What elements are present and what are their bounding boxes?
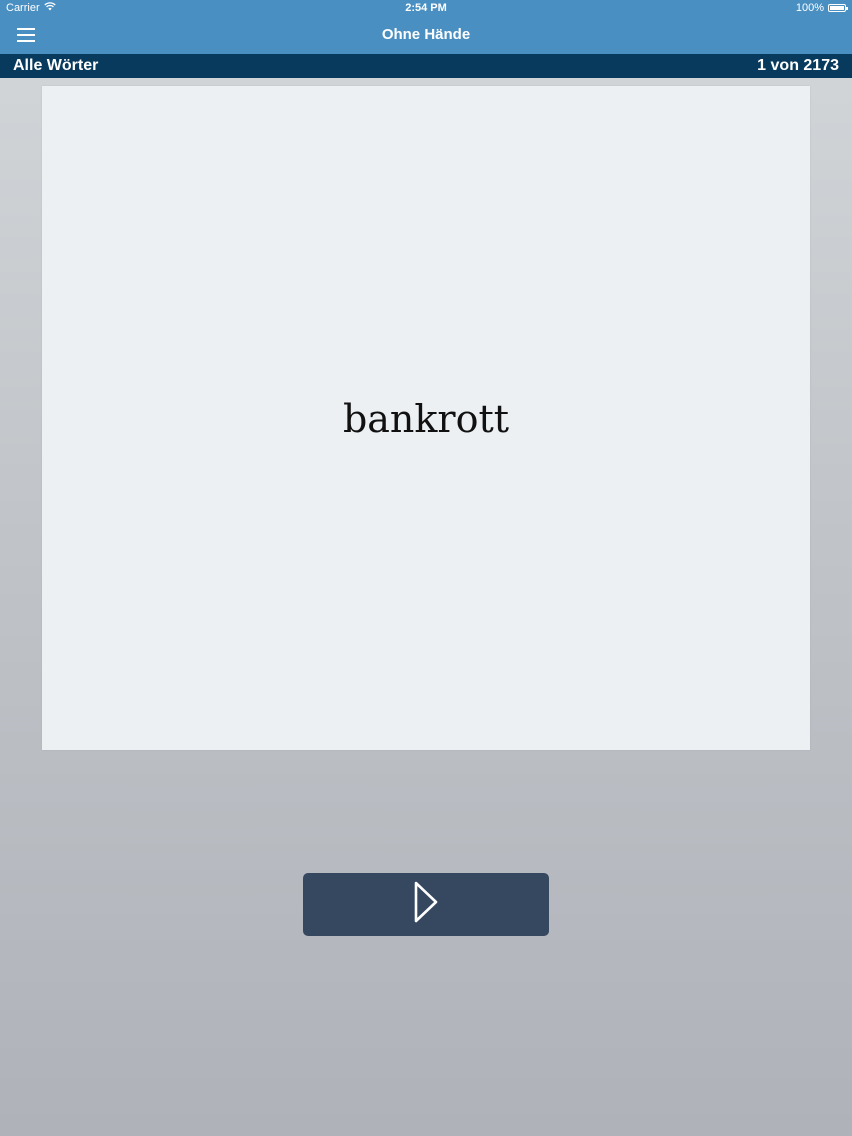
battery-percent: 100%	[795, 2, 824, 14]
battery-level	[830, 6, 844, 10]
play-button[interactable]	[303, 873, 549, 936]
page-title: Ohne Hände	[381, 26, 471, 43]
status-right: 100%	[795, 2, 848, 14]
status-time: 2:54 PM	[405, 2, 447, 14]
status-bar: Carrier 2:54 PM 100%	[0, 0, 852, 16]
flashcard[interactable]: bankrott	[42, 86, 810, 750]
play-icon	[413, 880, 439, 929]
card-counter: 1 von 2173	[757, 57, 839, 74]
word-list-name: Alle Wörter	[13, 57, 99, 74]
flashcard-word: bankrott	[342, 397, 510, 441]
battery-icon	[828, 4, 848, 12]
navigation-bar: Ohne Hände	[0, 16, 852, 54]
info-bar: Alle Wörter 1 von 2173	[0, 54, 852, 78]
